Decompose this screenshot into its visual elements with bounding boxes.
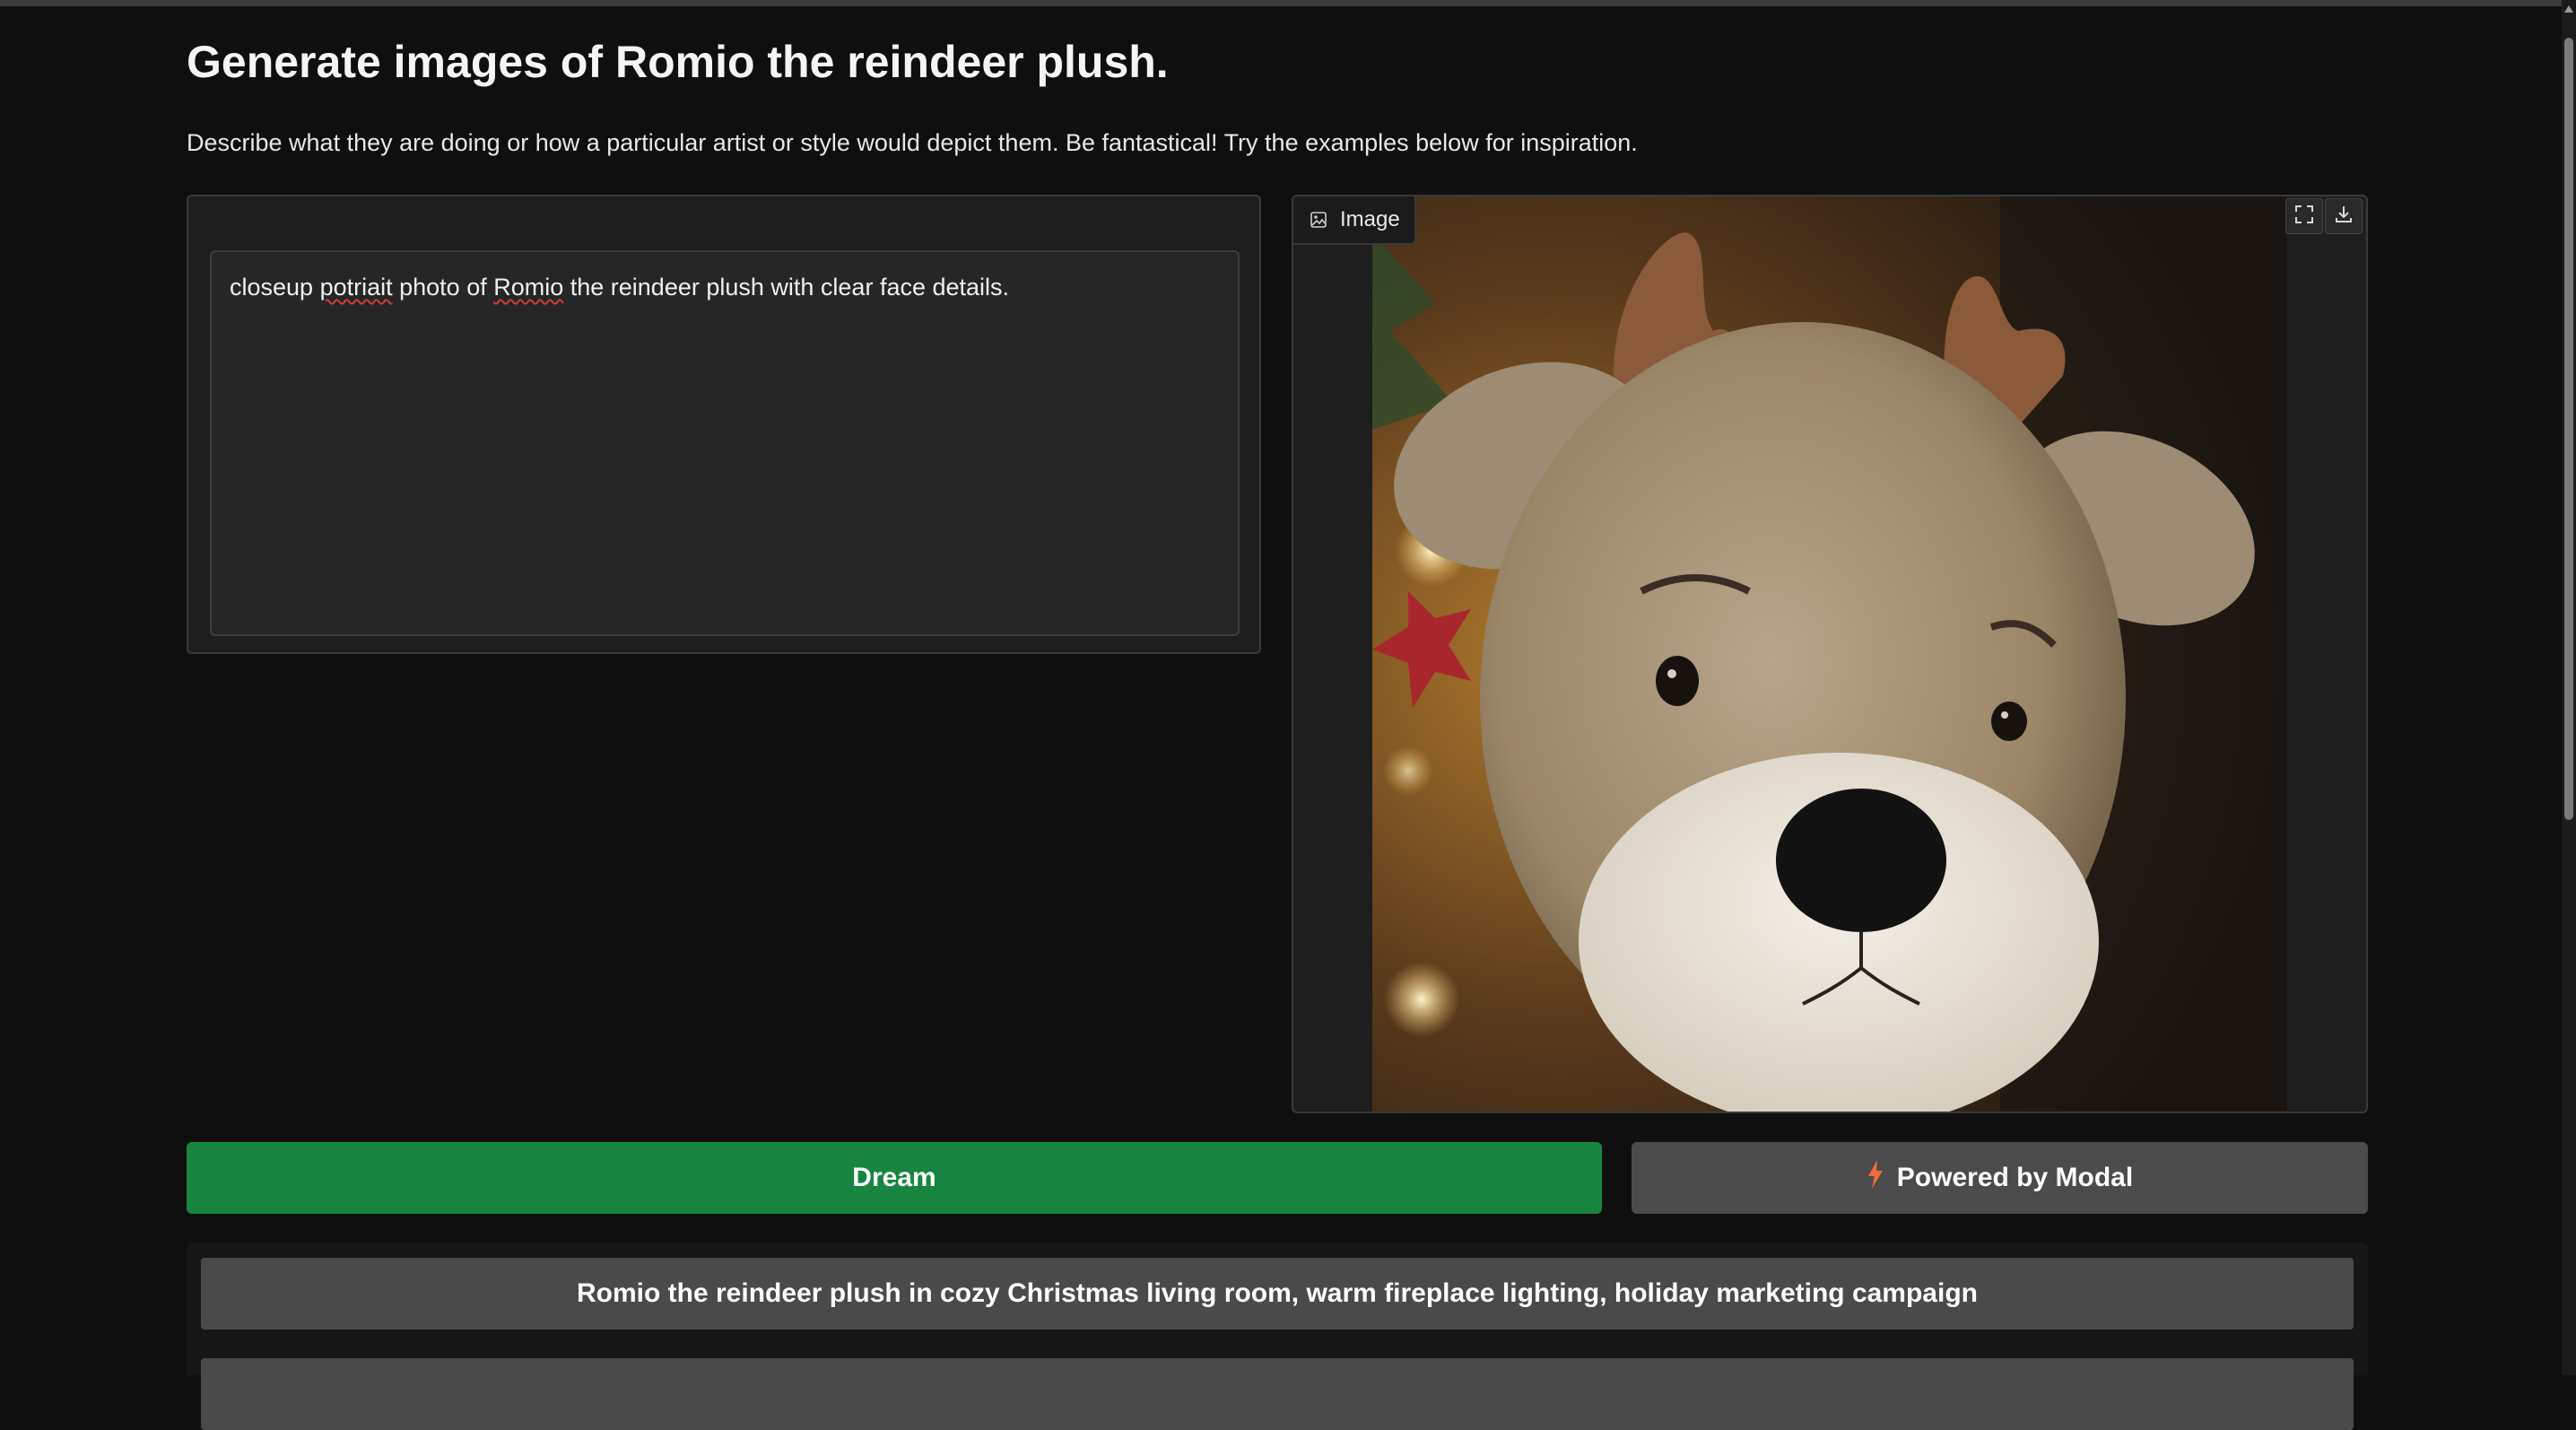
scroll-up-arrow-icon[interactable] bbox=[2564, 5, 2573, 13]
page-scrollbar[interactable] bbox=[2562, 0, 2576, 1375]
output-image-panel: Image bbox=[1292, 195, 2368, 1113]
page-title: Generate images of Romio the reindeer pl… bbox=[187, 37, 1169, 87]
prompt-text-part: the reindeer plush with clear face detai… bbox=[563, 274, 1010, 301]
prompt-misspelled-word: potriait bbox=[319, 274, 393, 301]
example-prompt-button[interactable] bbox=[201, 1358, 2354, 1430]
fullscreen-button[interactable] bbox=[2285, 198, 2323, 234]
app-container: Generate images of Romio the reindeer pl… bbox=[187, 0, 2368, 1430]
image-icon bbox=[1310, 211, 1327, 229]
examples-section: Romio the reindeer plush in cozy Christm… bbox=[187, 1243, 2368, 1430]
modal-button-label: Powered by Modal bbox=[1896, 1163, 2134, 1192]
page-description: Describe what they are doing or how a pa… bbox=[187, 129, 1638, 156]
lightning-icon bbox=[1867, 1160, 1884, 1196]
scrollbar-thumb[interactable] bbox=[2564, 38, 2573, 820]
image-label-text: Image bbox=[1340, 207, 1400, 231]
download-button[interactable] bbox=[2325, 198, 2363, 234]
dream-button-label: Dream bbox=[852, 1163, 936, 1192]
prompt-text-part: closeup bbox=[230, 274, 320, 301]
fullscreen-icon bbox=[2294, 205, 2314, 229]
prompt-panel: closeup potriait photo of Romio the rein… bbox=[187, 195, 1261, 654]
prompt-text-part: photo of bbox=[392, 274, 494, 301]
dream-button[interactable]: Dream bbox=[187, 1142, 1602, 1214]
prompt-textarea[interactable]: closeup potriait photo of Romio the rein… bbox=[210, 250, 1240, 636]
image-label-tab: Image bbox=[1293, 196, 1416, 245]
download-icon bbox=[2334, 205, 2354, 229]
example-prompt-button[interactable]: Romio the reindeer plush in cozy Christm… bbox=[201, 1258, 2354, 1330]
prompt-misspelled-word: Romio bbox=[493, 274, 564, 301]
generated-reindeer-image bbox=[1372, 196, 2287, 1112]
powered-by-modal-button[interactable]: Powered by Modal bbox=[1632, 1142, 2368, 1214]
example-prompt-label: Romio the reindeer plush in cozy Christm… bbox=[577, 1278, 1978, 1308]
